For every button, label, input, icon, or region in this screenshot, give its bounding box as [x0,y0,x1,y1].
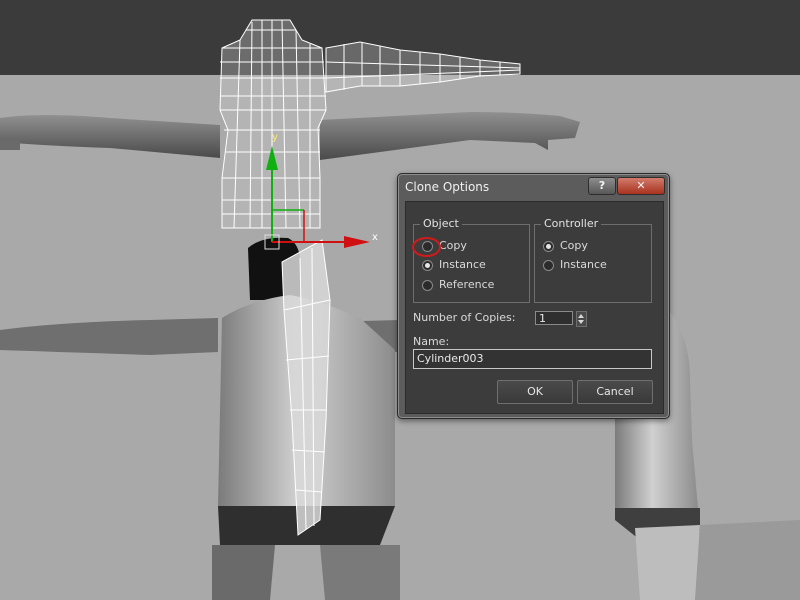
red-annotation-circle [412,237,441,257]
object-group-title: Object [420,217,462,231]
spinner-up-icon[interactable] [578,314,584,318]
object-group: Object Copy Instance Reference [413,217,530,303]
radio-label: Instance [560,258,607,271]
dialog-content: Object Copy Instance Reference Controlle… [405,201,664,414]
help-button[interactable]: ? [588,177,616,195]
radio-label: Reference [439,278,495,291]
radio-label: Instance [439,258,486,271]
close-button[interactable]: ✕ [617,177,665,195]
spinner-down-icon[interactable] [578,320,584,324]
radio-selected-icon [543,241,554,252]
name-input[interactable]: Cylinder003 [413,349,652,369]
radio-icon [422,280,433,291]
ok-button[interactable]: OK [497,380,573,404]
radio-label: Copy [439,239,467,252]
clone-options-dialog: Clone Options ? ✕ Object Copy Instance R… [397,173,670,419]
controller-group: Controller Copy Instance [534,217,652,303]
copies-spinner-arrows[interactable] [576,311,587,327]
controller-group-title: Controller [541,217,602,231]
cancel-button[interactable]: Cancel [577,380,653,404]
name-label: Name: [413,335,450,348]
radio-selected-icon [422,260,433,271]
axis-x-label: x [372,232,378,243]
copies-spinner-input[interactable]: 1 [535,311,573,325]
axis-y-label: y [272,132,278,143]
radio-icon [543,260,554,271]
copies-label: Number of Copies: [413,311,516,324]
radio-label: Copy [560,239,588,252]
dialog-titlebar[interactable]: Clone Options ? ✕ [398,174,669,200]
dialog-title: Clone Options [405,180,490,194]
